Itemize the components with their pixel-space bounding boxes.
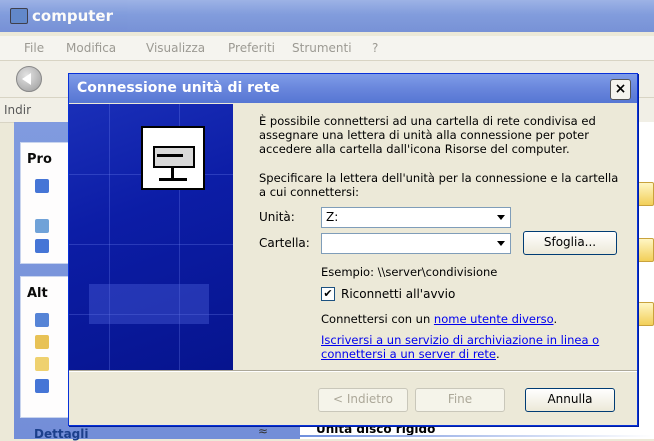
task-programs-icon[interactable]	[35, 219, 49, 233]
connect-as-suffix: .	[553, 312, 558, 326]
address-label: Indir	[4, 103, 32, 117]
shared-folder-icon[interactable]	[35, 357, 49, 371]
control-panel-icon[interactable]	[35, 379, 49, 393]
menu-visualizza[interactable]: Visualizza	[146, 41, 205, 55]
explorer-title-bar: computer	[0, 0, 654, 32]
other-places-header: Alt	[27, 286, 48, 301]
explorer-window-title: computer	[32, 7, 113, 25]
network-places-icon[interactable]	[35, 313, 49, 327]
menu-file[interactable]: File	[24, 41, 44, 55]
browse-button[interactable]: Sfoglia...	[523, 231, 617, 255]
close-button[interactable]: ×	[610, 79, 631, 100]
dialog-title: Connessione unità di rete	[77, 80, 280, 96]
drive-letter-value: Z:	[326, 210, 339, 224]
drive-label: Unità:	[259, 210, 295, 224]
folder-path-select[interactable]	[321, 233, 511, 254]
online-storage-link[interactable]: Iscriversi a un servizio di archiviazion…	[321, 333, 599, 361]
explorer-menu-bar: File Modifica Visualizza Preferiti Strum…	[0, 36, 654, 61]
folder-label: Cartella:	[259, 236, 310, 250]
intro-text: È possibile connettersi ad una cartella …	[259, 114, 596, 156]
section-divider	[300, 435, 654, 437]
menu-help[interactable]: ?	[372, 41, 378, 55]
finish-button[interactable]: Fine	[415, 388, 505, 412]
drive-letter-select[interactable]: Z:	[321, 207, 511, 228]
chevron-down-icon[interactable]	[494, 235, 509, 250]
back-button[interactable]: < Indietro	[318, 388, 408, 412]
collapse-chevron-icon[interactable]: ≈	[258, 424, 268, 438]
example-text: Esempio: \\server\condivisione	[321, 265, 498, 279]
signup-text: Iscriversi a un servizio di archiviazion…	[321, 333, 619, 361]
dialog-title-bar: Connessione unità di rete ×	[69, 74, 637, 103]
button-separator	[69, 370, 637, 372]
task-settings-icon[interactable]	[35, 239, 49, 253]
computer-icon	[10, 8, 28, 24]
reconnect-label[interactable]: Riconnetti all'avvio	[341, 287, 455, 301]
documents-icon[interactable]	[35, 335, 49, 349]
menu-modifica[interactable]: Modifica	[66, 41, 116, 55]
menu-strumenti[interactable]: Strumenti	[292, 41, 352, 55]
chevron-down-icon[interactable]	[494, 209, 509, 224]
signup-suffix: .	[495, 347, 500, 361]
connect-as-prefix: Connettersi con un	[321, 312, 434, 326]
different-user-link[interactable]: nome utente diverso	[434, 312, 554, 326]
wizard-side-banner	[69, 104, 233, 370]
reconnect-checkbox[interactable]: ✔	[321, 287, 335, 301]
back-arrow-icon[interactable]	[16, 66, 42, 92]
map-network-drive-dialog: Connessione unità di rete × È possibile …	[68, 73, 638, 426]
tasks-panel-header: Pro	[27, 152, 52, 167]
cancel-button[interactable]: Annulla	[525, 388, 615, 412]
instruction-text: Specificare la lettera dell'unità per la…	[259, 171, 619, 199]
network-drive-icon	[141, 126, 205, 190]
menu-preferiti[interactable]: Preferiti	[228, 41, 275, 55]
connect-as-text: Connettersi con un nome utente diverso.	[321, 312, 619, 326]
task-view-icon[interactable]	[35, 179, 49, 193]
